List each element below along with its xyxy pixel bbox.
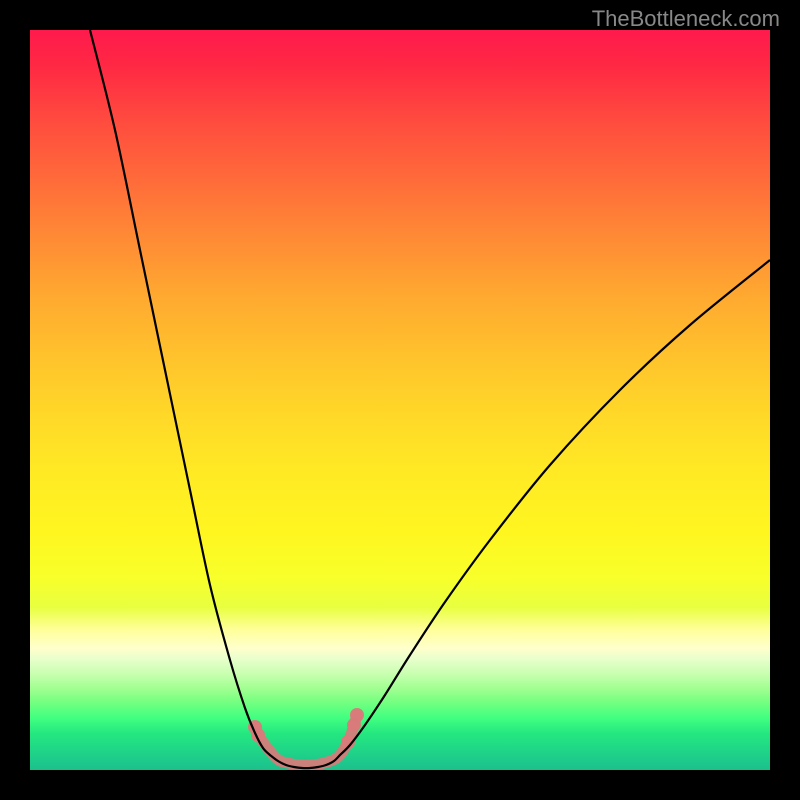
valley-highlight-bead [350,708,364,722]
plot-area [30,30,770,770]
bottleneck-curve [90,30,770,768]
valley-highlight [248,708,364,765]
curve-layer [30,30,770,770]
watermark-text: TheBottleneck.com [592,6,780,32]
